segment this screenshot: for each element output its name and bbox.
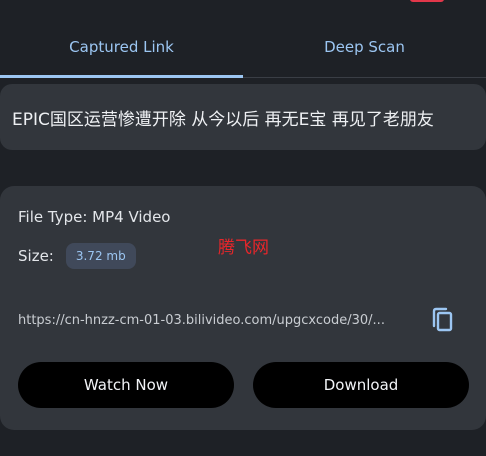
watermark: 腾飞网 bbox=[218, 238, 269, 258]
url-row: https://cn-hnzz-cm-01-03.bilivideo.com/u… bbox=[18, 304, 468, 336]
watch-now-label: Watch Now bbox=[83, 376, 169, 394]
tab-deep-scan[interactable]: Deep Scan bbox=[243, 20, 486, 77]
video-url: https://cn-hnzz-cm-01-03.bilivideo.com/u… bbox=[18, 312, 385, 328]
size-chip: 3.72 mb bbox=[65, 243, 136, 269]
size-label: Size: bbox=[18, 247, 54, 265]
copy-button[interactable] bbox=[426, 304, 458, 336]
tab-bar: Captured Link Deep Scan bbox=[0, 20, 486, 78]
size-row: Size: 3.72 mb bbox=[18, 243, 136, 269]
copy-icon bbox=[432, 307, 453, 332]
download-button[interactable]: Download bbox=[253, 362, 469, 408]
video-title: EPIC国区运营惨遭开除 从今以后 再无E宝 再见了老朋友 bbox=[12, 109, 434, 130]
watch-now-button[interactable]: Watch Now bbox=[18, 362, 234, 408]
tab-captured-link[interactable]: Captured Link bbox=[0, 20, 243, 78]
download-label: Download bbox=[323, 376, 399, 394]
tab-deep-scan-label: Deep Scan bbox=[324, 37, 405, 56]
notification-badge bbox=[410, 0, 444, 2]
file-type-label: File Type: MP4 Video bbox=[18, 208, 171, 226]
video-title-card: EPIC国区运营惨遭开除 从今以后 再无E宝 再见了老朋友 bbox=[0, 84, 486, 150]
tab-captured-link-label: Captured Link bbox=[69, 37, 174, 56]
video-info-card: File Type: MP4 Video Size: 3.72 mb 腾飞网 h… bbox=[0, 186, 486, 430]
